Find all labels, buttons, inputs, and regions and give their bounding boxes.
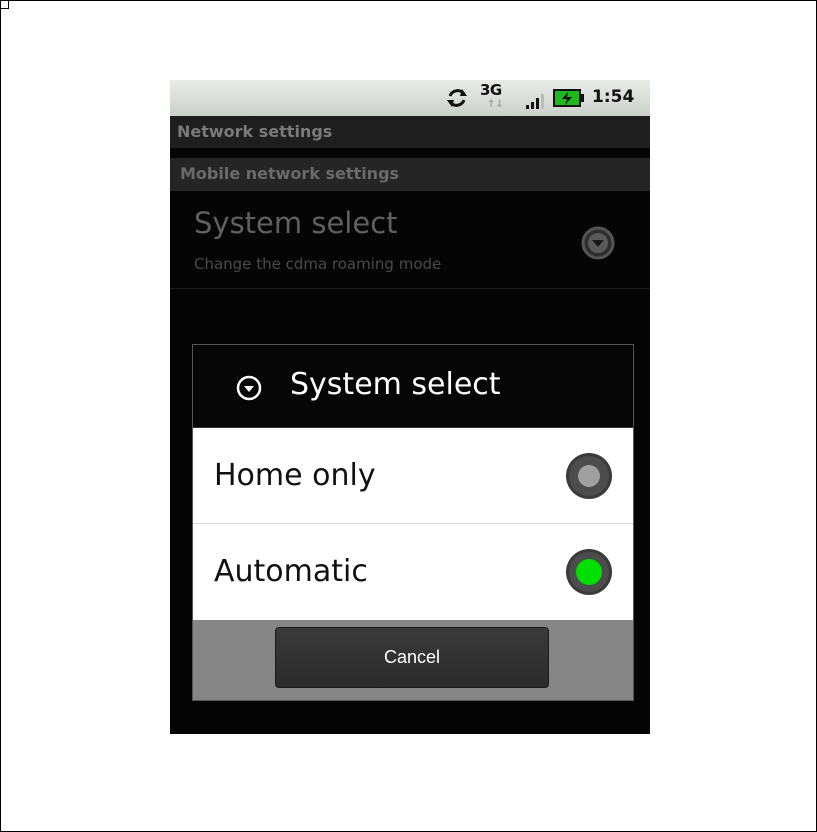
system-select-preference[interactable]: System select Change the cdma roaming mo… [170, 191, 650, 289]
preference-summary: Change the cdma roaming mode [194, 255, 442, 273]
option-automatic[interactable]: Automatic [193, 524, 633, 620]
dialog-title-bar: System select [193, 345, 633, 428]
system-select-dialog: System select Home only Automatic Cancel [192, 344, 634, 701]
dialog-title: System select [290, 367, 501, 402]
option-label: Home only [214, 458, 376, 493]
frame-corner-mark [0, 0, 9, 9]
chevron-down-circle-icon [236, 375, 262, 401]
chevron-down-circle-icon [581, 226, 615, 260]
option-home-only[interactable]: Home only [193, 428, 633, 524]
screen-title-bar: Network settings [170, 116, 650, 148]
status-bar: 3G ↑↓ 1:54 [170, 80, 650, 116]
battery-charging-icon [553, 89, 584, 107]
phone-screen: 3G ↑↓ 1:54 Network settings Mobile netwo… [170, 80, 650, 734]
data-activity-icon: ↑↓ [487, 99, 504, 110]
cancel-button[interactable]: Cancel [275, 627, 549, 688]
network-type-indicator: 3G ↑↓ [480, 81, 508, 113]
sync-icon [447, 89, 467, 107]
section-header: Mobile network settings [170, 158, 650, 191]
radio-button-unselected[interactable] [564, 451, 614, 501]
network-type-label: 3G [480, 81, 502, 99]
section-header-label: Mobile network settings [180, 164, 400, 183]
option-label: Automatic [214, 554, 368, 589]
screen-title: Network settings [177, 122, 333, 141]
signal-icon [526, 94, 544, 109]
preference-title: System select [194, 206, 398, 240]
dialog-button-bar: Cancel [193, 620, 633, 700]
radio-button-selected[interactable] [564, 547, 614, 597]
status-time: 1:54 [592, 87, 635, 107]
